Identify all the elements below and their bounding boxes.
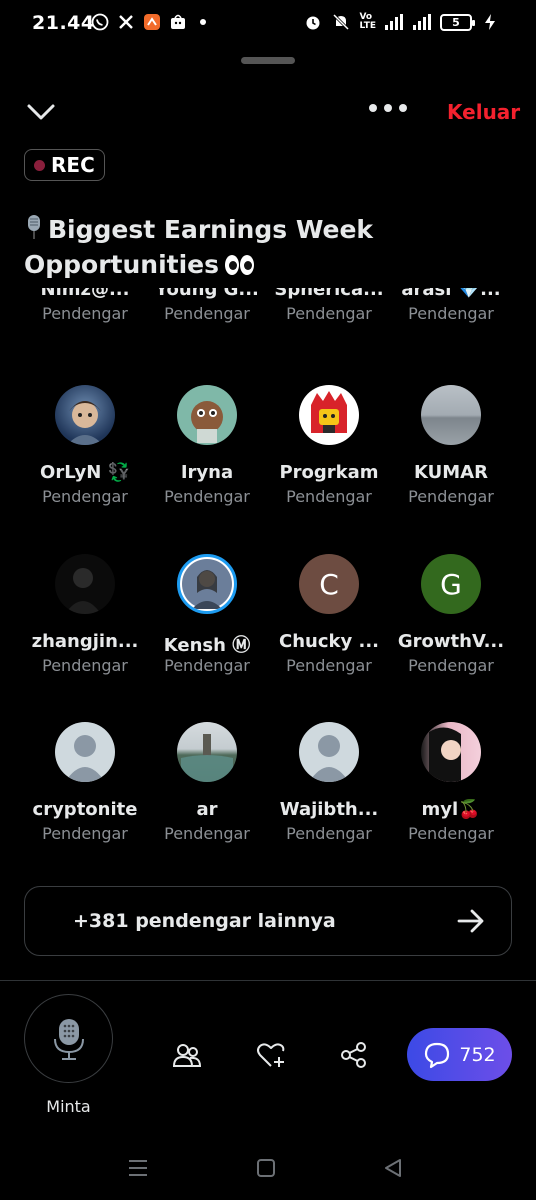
participants-row-partial: Nimz@... Pendengar Young G... Pendengar … (0, 288, 536, 348)
avatar: G (421, 554, 481, 614)
participant-name: Spherica... (274, 288, 384, 300)
participant-name: ar (196, 799, 218, 820)
participant-name: Wajibth... (279, 799, 379, 820)
participant-role: Pendengar (164, 824, 250, 843)
home-icon[interactable] (256, 1158, 276, 1182)
participant-name: KUMAR (414, 462, 488, 483)
shop-icon (168, 12, 188, 32)
participant-name: arasi 💎... (401, 288, 501, 300)
participant-role: Pendengar (164, 487, 250, 506)
microphone-icon (53, 1018, 84, 1060)
participant-name: Nimz@... (40, 288, 130, 300)
avatar (299, 385, 359, 445)
heart-add-icon[interactable] (256, 1040, 286, 1070)
system-nav-bar (0, 1140, 536, 1200)
chat-bubble-icon (425, 1042, 450, 1068)
microphone-emoji-icon (24, 214, 44, 242)
eyes-emoji-icon (225, 249, 255, 284)
space-title-text: Biggest Earnings Week Opportunities (24, 215, 374, 279)
sheet-drag-handle[interactable] (241, 57, 295, 64)
participant-name: zhangjin... (31, 631, 139, 652)
bottom-divider (0, 980, 536, 981)
charging-icon (480, 12, 500, 32)
record-dot-icon (34, 159, 45, 171)
minimize-chevron-icon[interactable] (26, 100, 56, 124)
avatar (421, 722, 481, 782)
mute-icon (331, 12, 351, 32)
avatar: C (299, 554, 359, 614)
recents-icon[interactable] (128, 1158, 148, 1182)
avatar (55, 554, 115, 614)
people-icon[interactable] (172, 1040, 202, 1070)
participant-name: Progrkam (279, 462, 379, 483)
participant-role: Pendengar (286, 656, 372, 675)
participant-role: Pendengar (164, 304, 250, 323)
avatar (55, 385, 115, 445)
space-title: Biggest Earnings Week Opportunities (24, 212, 404, 284)
status-bar: 21.44 Vo LTE 5 (0, 0, 536, 48)
participant-role: Pendengar (42, 656, 128, 675)
default-avatar-icon (299, 722, 359, 782)
participant-role: Pendengar (408, 487, 494, 506)
request-mic-button[interactable] (24, 994, 113, 1083)
signal-4g-icon (384, 12, 404, 32)
participant-role: Pendengar (286, 824, 372, 843)
participant-name: GrowthV... (397, 631, 505, 652)
notification-icons (90, 12, 206, 32)
participant-name: cryptonite (32, 799, 138, 820)
status-time: 21.44 (32, 12, 95, 34)
back-icon[interactable] (383, 1158, 403, 1182)
x-icon (116, 12, 136, 32)
more-listeners-button[interactable]: +381 pendengar lainnya (24, 886, 512, 956)
app-icon (142, 12, 162, 32)
participant-role: Pendengar (42, 824, 128, 843)
arrow-right-icon (457, 909, 485, 933)
avatar (177, 385, 237, 445)
alarm-icon (303, 12, 323, 32)
participant-role: Pendengar (42, 304, 128, 323)
participant-role: Pendengar (408, 656, 494, 675)
chat-count: 752 (459, 1043, 496, 1066)
participant-name: Kensh Ⓜ (163, 635, 251, 656)
share-icon[interactable] (339, 1040, 369, 1070)
request-label: Minta (46, 1097, 91, 1116)
participant-name: OrLyN 💱 (40, 462, 130, 483)
participant-role: Pendengar (286, 304, 372, 323)
avatar (177, 722, 237, 782)
participant-name: Young G... (155, 288, 259, 300)
participant-name: Iryna (180, 462, 234, 483)
participant-role: Pendengar (408, 304, 494, 323)
chat-button[interactable]: 752 (407, 1028, 512, 1081)
leave-button[interactable]: Keluar (447, 100, 520, 124)
participant-role: Pendengar (408, 824, 494, 843)
system-icons: Vo LTE 5 (303, 12, 500, 32)
whatsapp-icon (90, 12, 110, 32)
recording-badge: REC (24, 149, 105, 181)
more-notifications-dot (200, 19, 206, 25)
recording-label: REC (51, 153, 95, 177)
default-avatar-icon (55, 722, 115, 782)
volte-label: Vo LTE (359, 12, 376, 31)
more-listeners-label: +381 pendengar lainnya (73, 910, 336, 932)
signal-icon (412, 12, 432, 32)
participant-role: Pendengar (164, 656, 250, 675)
avatar (421, 385, 481, 445)
participant-role: Pendengar (42, 487, 128, 506)
more-options-icon[interactable] (369, 104, 407, 112)
participant-role: Pendengar (286, 487, 372, 506)
battery-indicator: 5 (440, 13, 475, 31)
participant-name: Chucky ... (279, 631, 379, 652)
avatar (177, 554, 237, 614)
participant-name: myl🍒 (421, 799, 481, 820)
